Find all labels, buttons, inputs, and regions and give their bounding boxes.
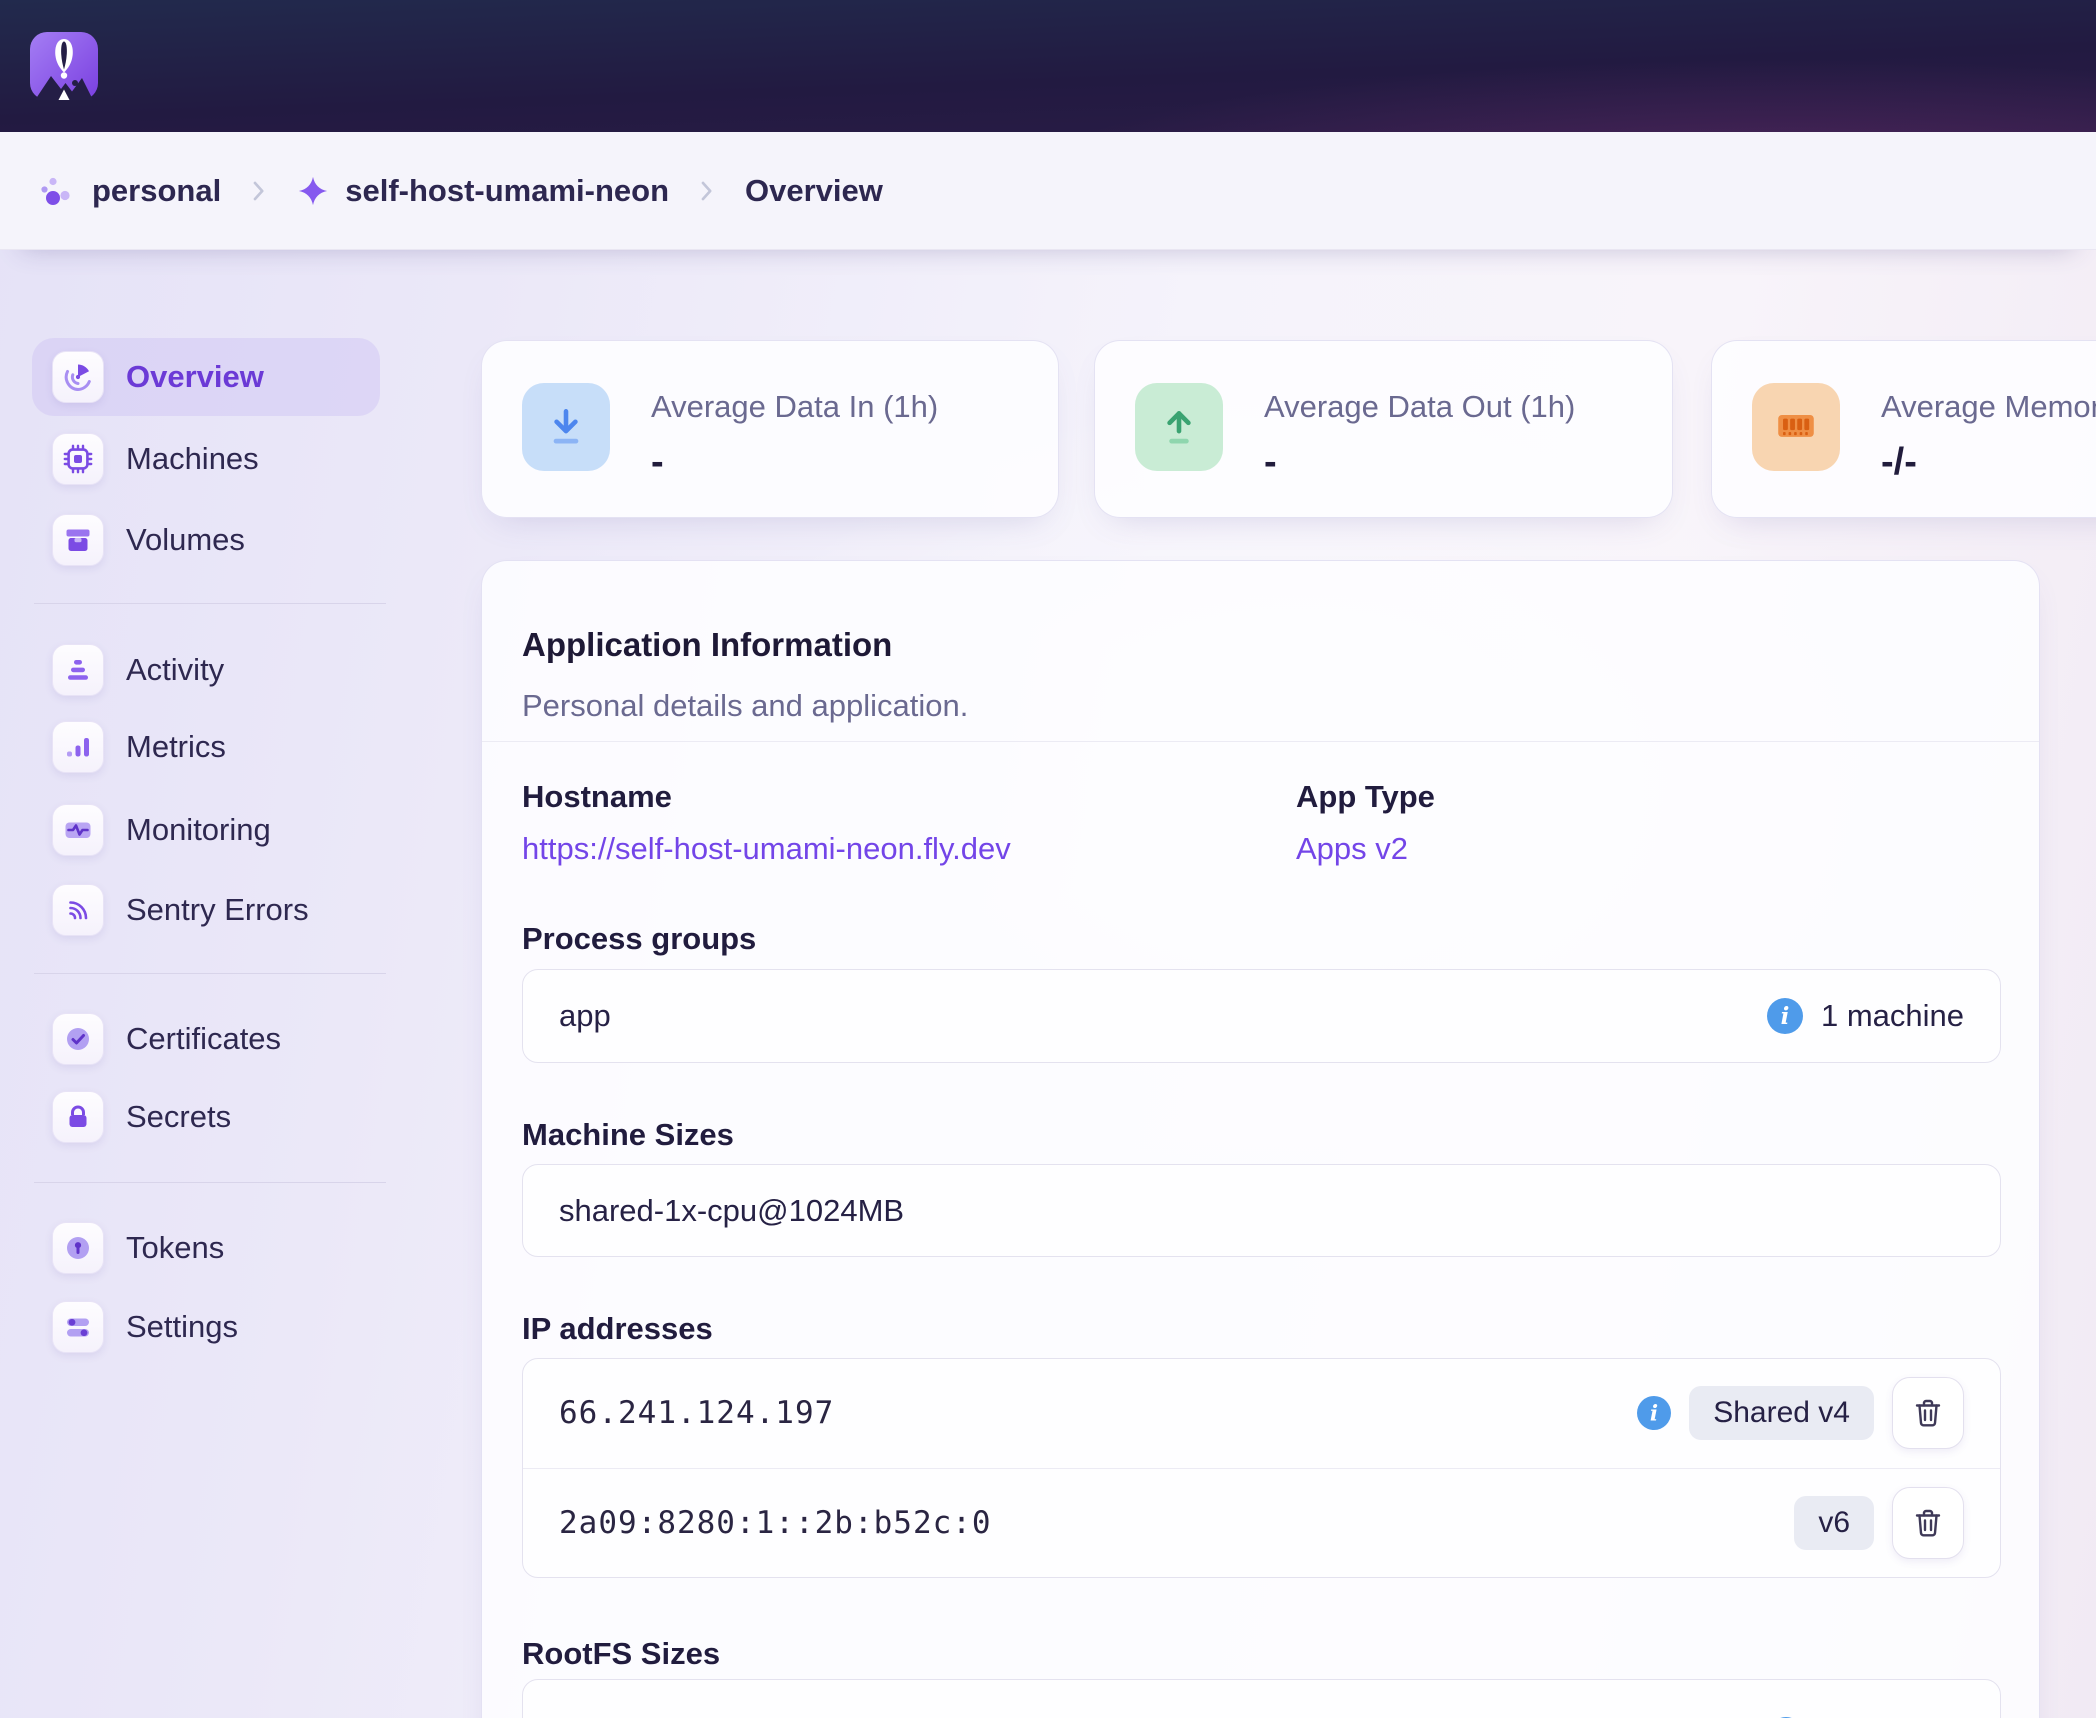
badge-check-icon — [52, 1013, 104, 1065]
memory-ram-icon — [1752, 383, 1840, 471]
sidebar-item-label: Secrets — [126, 1099, 231, 1135]
sidebar-nav: Overview Machines — [32, 0, 462, 1718]
sidebar-item-label: Settings — [126, 1309, 238, 1345]
process-group-row: app i 1 machine — [523, 970, 2000, 1062]
sidebar-item-volumes[interactable]: Volumes — [32, 501, 380, 579]
sidebar-item-label: Volumes — [126, 522, 245, 558]
chevron-right-icon — [699, 178, 715, 204]
trash-icon — [1911, 1506, 1945, 1540]
keyhole-icon — [52, 1222, 104, 1274]
sidebar-item-activity[interactable]: Activity — [32, 631, 380, 709]
app-type-label: App Type — [1296, 779, 1435, 815]
cpu-chip-icon — [52, 433, 104, 485]
process-groups-label: Process groups — [522, 921, 756, 957]
breadcrumb-page-label: Overview — [745, 173, 883, 209]
sliders-icon — [52, 1301, 104, 1353]
overview-radar-icon — [52, 351, 104, 403]
ip-row-v6: 2a09:8280:1::2b:b52c:0 v6 — [523, 1469, 2000, 1578]
sidebar-item-label: Certificates — [126, 1021, 281, 1057]
ip-addresses-label: IP addresses — [522, 1311, 713, 1347]
delete-ip-button[interactable] — [1892, 1377, 1964, 1449]
info-icon[interactable]: i — [1637, 1396, 1671, 1430]
card-divider — [482, 741, 2039, 742]
stat-value: - — [651, 441, 664, 484]
ip-type-badge: Shared v4 — [1689, 1386, 1874, 1440]
ip-address-v4: 66.241.124.197 — [559, 1395, 834, 1431]
ip-type-badge: v6 — [1794, 1496, 1874, 1550]
stat-card-data-out: Average Data Out (1h) - — [1094, 340, 1673, 518]
pulse-monitor-icon — [52, 804, 104, 856]
sidebar-item-sentry-errors[interactable]: Sentry Errors — [32, 871, 380, 949]
sidebar-divider — [34, 1182, 386, 1183]
sidebar-item-label: Metrics — [126, 729, 226, 765]
stat-value: -/- — [1881, 441, 1917, 484]
process-group-name: app — [559, 998, 611, 1034]
sidebar-item-label: Monitoring — [126, 812, 271, 848]
delete-ip-button[interactable] — [1892, 1487, 1964, 1559]
ip-row-v4: 66.241.124.197 i Shared v4 — [523, 1359, 2000, 1468]
sidebar-divider — [34, 603, 386, 604]
arrow-up-from-line-icon — [1135, 383, 1223, 471]
rootfs-sizes-label: RootFS Sizes — [522, 1636, 720, 1672]
card-title: Application Information — [522, 626, 892, 664]
sidebar-item-overview[interactable]: Overview — [32, 338, 380, 416]
ip-address-v6: 2a09:8280:1::2b:b52c:0 — [559, 1505, 992, 1541]
rootfs-sizes-box: 471 MB i 1 machine — [522, 1679, 2001, 1718]
sidebar-item-label: Machines — [126, 441, 259, 477]
svg-text:i: i — [1650, 1402, 1658, 1427]
info-icon[interactable]: i — [1767, 998, 1803, 1034]
machine-sizes-box: shared-1x-cpu@1024MB — [522, 1164, 2001, 1257]
machine-size-row: shared-1x-cpu@1024MB — [523, 1165, 2000, 1256]
bar-chart-icon — [52, 721, 104, 773]
machine-size-value: shared-1x-cpu@1024MB — [559, 1193, 904, 1229]
sidebar-item-monitoring[interactable]: Monitoring — [32, 791, 380, 869]
lock-icon — [52, 1091, 104, 1143]
sidebar-item-certificates[interactable]: Certificates — [32, 1000, 380, 1078]
ip-addresses-box: 66.241.124.197 i Shared v4 — [522, 1358, 2001, 1578]
arrow-down-to-line-icon — [522, 383, 610, 471]
stat-value: - — [1264, 441, 1277, 484]
package-box-icon — [52, 514, 104, 566]
sidebar-item-label: Tokens — [126, 1230, 224, 1266]
hostname-label: Hostname — [522, 779, 672, 815]
trash-icon — [1911, 1396, 1945, 1430]
sidebar-item-metrics[interactable]: Metrics — [32, 708, 380, 786]
hostname-link[interactable]: https://self-host-umami-neon.fly.dev — [522, 831, 1011, 867]
app-type-value[interactable]: Apps v2 — [1296, 831, 1408, 867]
svg-text:i: i — [1781, 1003, 1790, 1030]
stat-label: Average Data Out (1h) — [1264, 389, 1575, 425]
breadcrumb-page[interactable]: Overview — [745, 173, 883, 209]
stat-label: Average Data In (1h) — [651, 389, 938, 425]
sidebar-item-label: Overview — [126, 359, 264, 395]
stat-card-memory: Average Memory -/- — [1711, 340, 2096, 518]
sidebar-item-tokens[interactable]: Tokens — [32, 1209, 380, 1287]
sidebar-item-label: Activity — [126, 652, 224, 688]
activity-layers-icon — [52, 644, 104, 696]
card-subtitle: Personal details and application. — [522, 688, 968, 724]
stat-card-data-in: Average Data In (1h) - — [481, 340, 1059, 518]
sidebar-divider — [34, 973, 386, 974]
sidebar-item-secrets[interactable]: Secrets — [32, 1078, 380, 1156]
process-group-machines: 1 machine — [1821, 998, 1964, 1034]
sidebar-item-machines[interactable]: Machines — [32, 420, 380, 498]
application-information-card: Application Information Personal details… — [481, 560, 2040, 1718]
machine-sizes-label: Machine Sizes — [522, 1117, 734, 1153]
sentry-icon — [52, 884, 104, 936]
stat-label: Average Memory — [1881, 389, 2096, 425]
process-groups-box: app i 1 machine — [522, 969, 2001, 1063]
sidebar-item-label: Sentry Errors — [126, 892, 309, 928]
sidebar-item-settings[interactable]: Settings — [32, 1288, 380, 1366]
fly-dashboard-screen: personal self-host-umami-neon Overview — [0, 0, 2096, 1718]
rootfs-row: 471 MB i 1 machine — [523, 1680, 2000, 1718]
